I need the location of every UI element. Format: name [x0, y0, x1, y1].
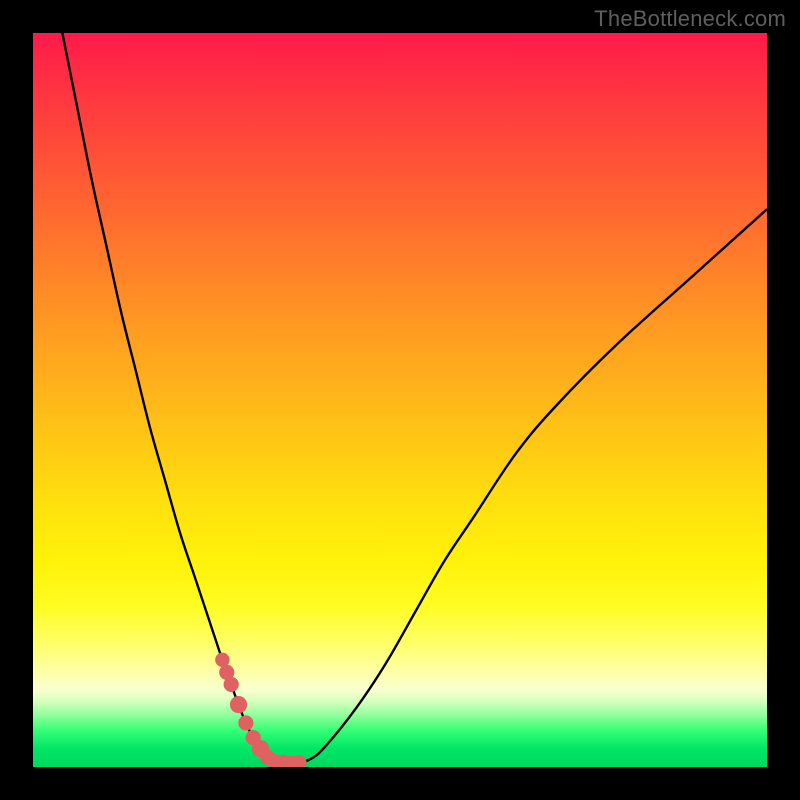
bottleneck-curve: [62, 33, 767, 764]
threshold-marker: [230, 696, 247, 713]
threshold-marker: [215, 653, 229, 667]
threshold-marker: [252, 740, 269, 757]
curve-layer: [33, 33, 767, 767]
threshold-marker: [292, 755, 306, 767]
threshold-marker: [224, 677, 239, 692]
watermark-text: TheBottleneck.com: [594, 6, 786, 32]
threshold-marker: [274, 755, 291, 767]
threshold-marker: [260, 750, 275, 765]
plot-area: [33, 33, 767, 767]
threshold-marker: [268, 754, 283, 767]
chart-frame: TheBottleneck.com: [0, 0, 800, 800]
threshold-marker: [219, 665, 234, 680]
threshold-marker: [238, 715, 253, 730]
threshold-marker: [282, 756, 297, 767]
threshold-marker: [288, 756, 303, 767]
threshold-marker: [246, 730, 261, 745]
